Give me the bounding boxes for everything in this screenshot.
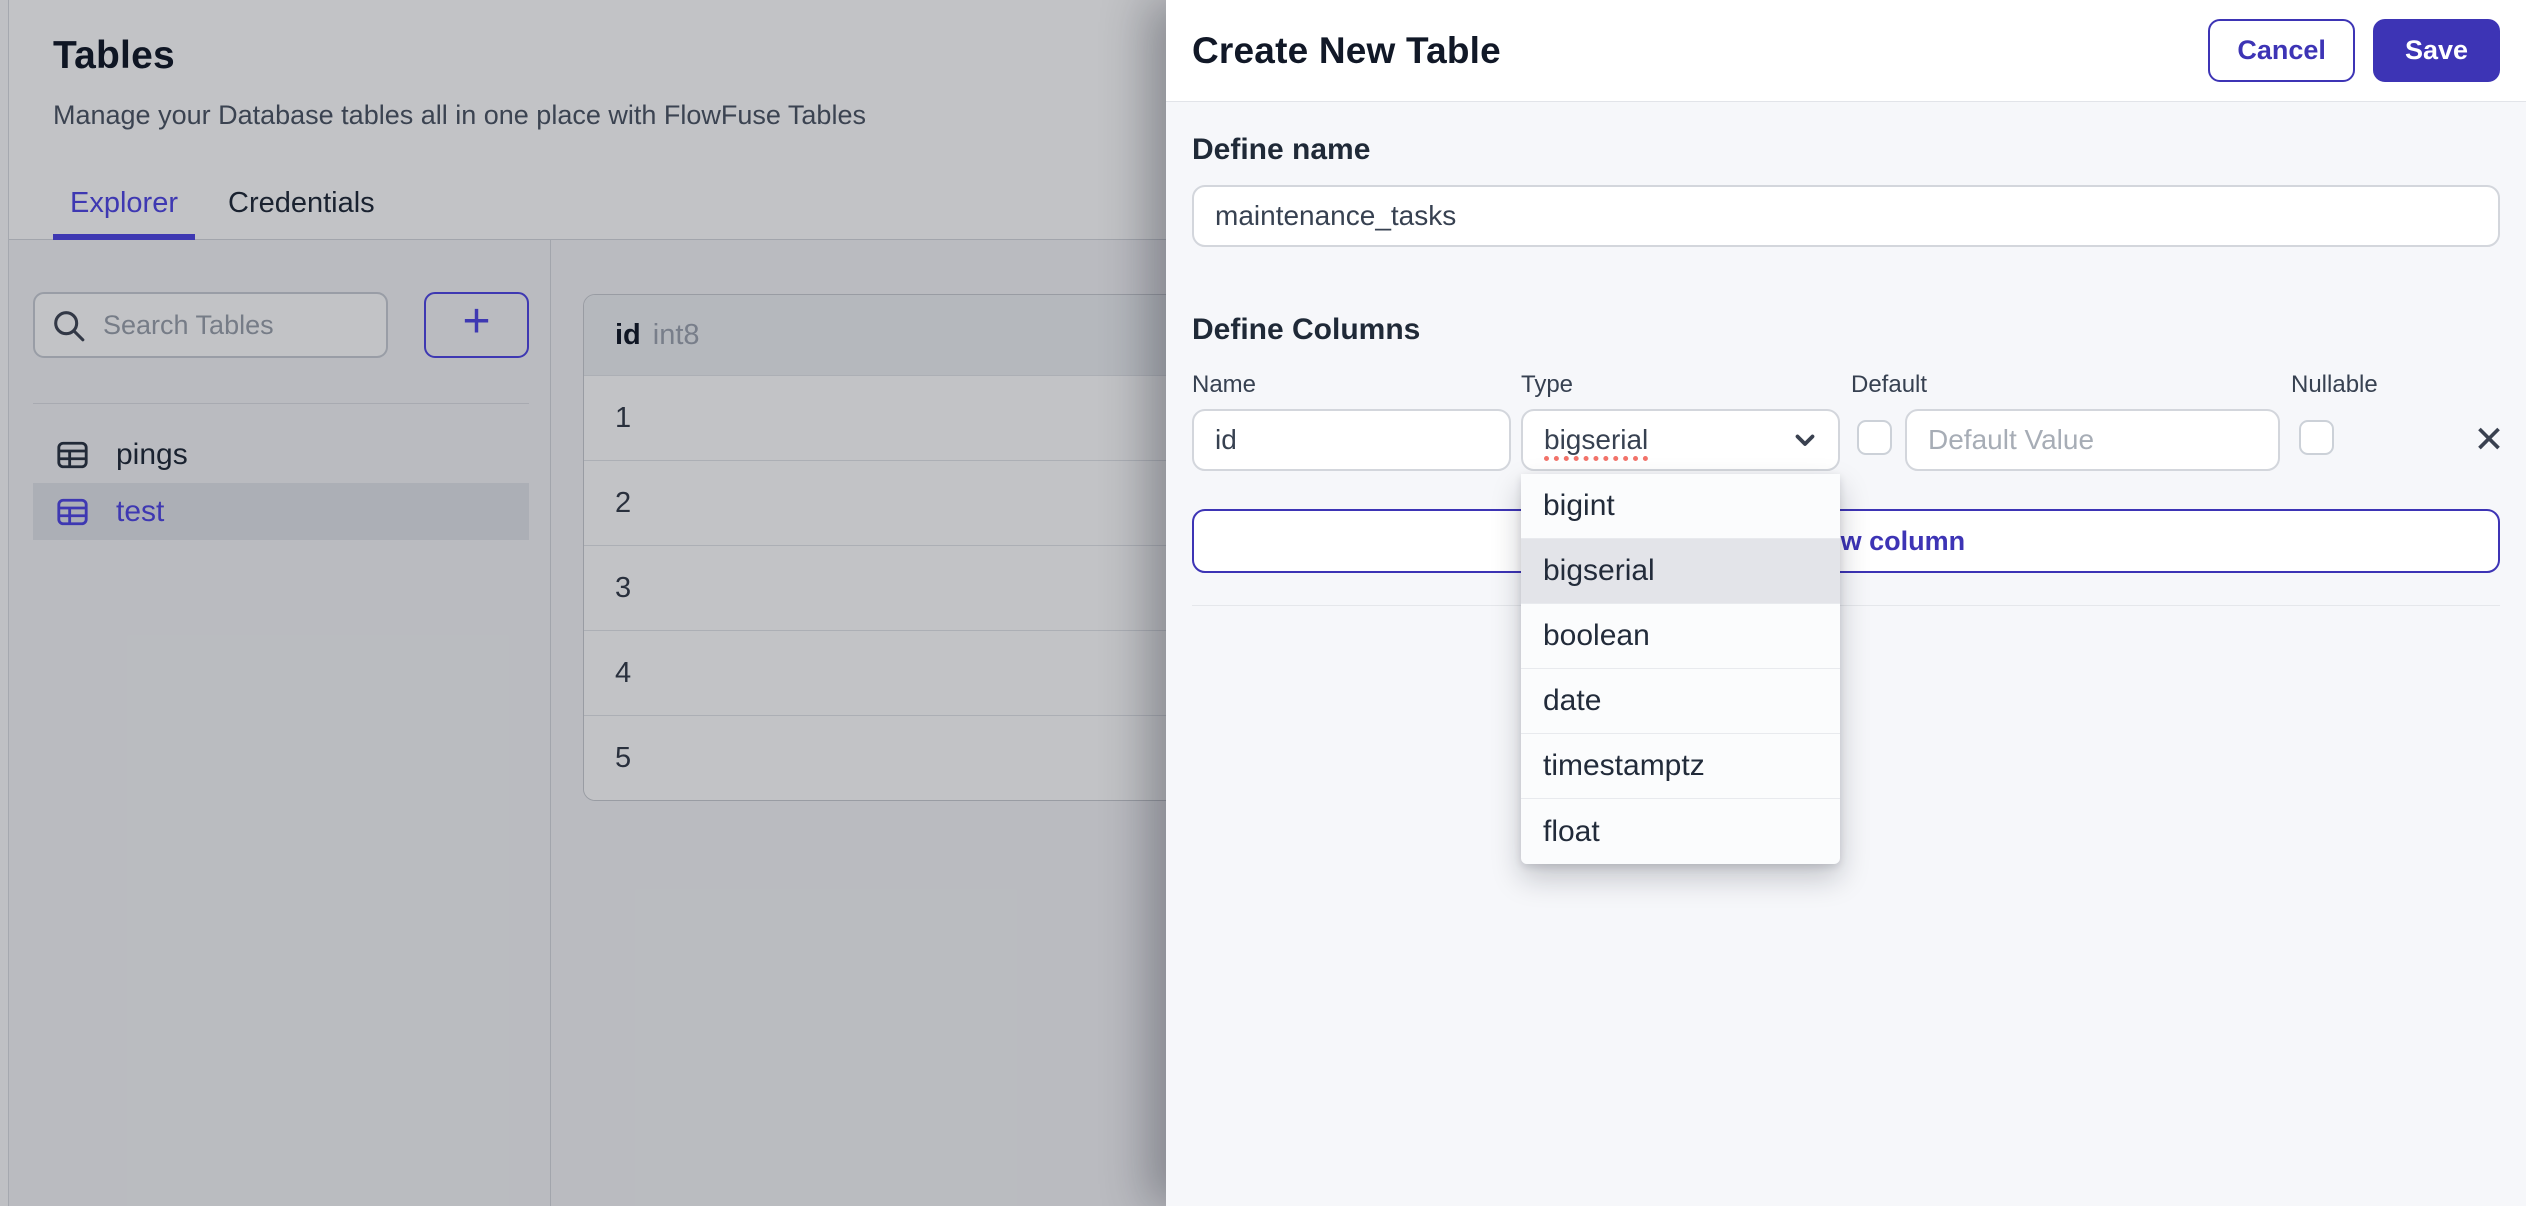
remove-column-button[interactable]: ✕ [2464, 411, 2514, 467]
default-enabled-checkbox[interactable] [1857, 420, 1892, 455]
define-columns-label: Define Columns [1192, 313, 1421, 346]
column-type-select[interactable]: bigserial [1521, 409, 1840, 471]
nullable-checkbox[interactable] [2299, 420, 2334, 455]
type-select-value: bigserial [1544, 424, 1649, 455]
type-option-bigint[interactable]: bigint [1521, 474, 1840, 539]
section-divider [1192, 605, 2500, 606]
cancel-button[interactable]: Cancel [2208, 19, 2355, 82]
type-option-date[interactable]: date [1521, 669, 1840, 734]
save-button[interactable]: Save [2372, 19, 2500, 82]
x-icon: ✕ [2473, 418, 2505, 460]
table-name-input[interactable] [1192, 185, 2500, 247]
chevron-down-icon [1795, 434, 1815, 446]
drawer-header: Create New Table Cancel Save [1166, 0, 2526, 102]
define-name-label: Define name [1192, 133, 1371, 166]
type-dropdown-menu: bigint bigserial boolean date timestampt… [1521, 474, 1840, 864]
type-option-timestamptz[interactable]: timestamptz [1521, 734, 1840, 799]
column-definition-row: Name Type Default Nullable bigserial ✕ [1192, 371, 2505, 481]
type-option-float[interactable]: float [1521, 799, 1840, 864]
nullable-field-label: Nullable [2291, 371, 2378, 398]
add-column-button[interactable]: + Add new column [1192, 509, 2500, 573]
type-option-boolean[interactable]: boolean [1521, 604, 1840, 669]
default-field-label: Default [1851, 371, 1928, 398]
default-value-input[interactable] [1905, 409, 2280, 471]
type-option-bigserial[interactable]: bigserial [1521, 539, 1840, 604]
type-field-label: Type [1521, 371, 1574, 398]
drawer-body: Define name Define Columns Name Type Def… [1166, 102, 2526, 606]
create-table-drawer: Create New Table Cancel Save Define name… [1166, 0, 2526, 1206]
name-field-label: Name [1192, 371, 1257, 398]
drawer-title: Create New Table [1192, 29, 1501, 71]
column-name-input[interactable] [1192, 409, 1511, 471]
